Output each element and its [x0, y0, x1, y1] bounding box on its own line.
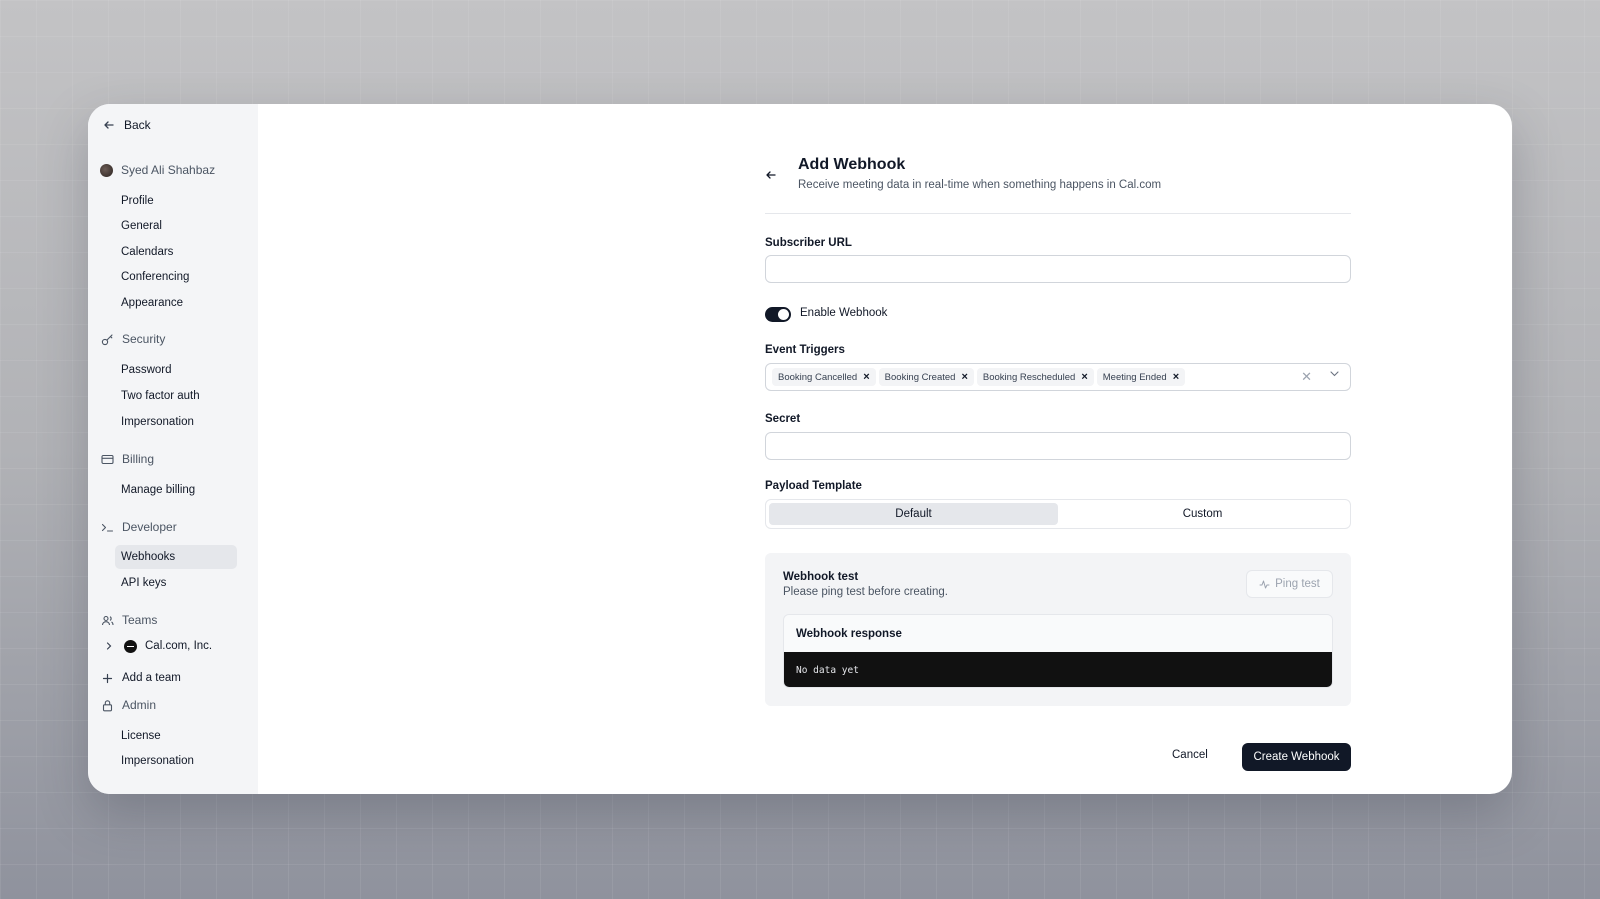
payload-custom-option[interactable]: Custom [1058, 503, 1347, 525]
lock-icon [100, 698, 114, 712]
webhook-response-title: Webhook response [784, 615, 1332, 652]
chevron-down-icon[interactable] [1329, 368, 1340, 382]
trigger-chip: Meeting Ended × [1096, 368, 1186, 386]
sidebar-item-license[interactable]: License [115, 724, 237, 748]
arrow-left-icon [766, 171, 776, 179]
ping-test-button[interactable]: Ping test [1246, 570, 1333, 598]
webhook-test-title: Webhook test [783, 571, 859, 583]
webhook-response-body: No data yet [784, 652, 1332, 687]
header-divider [765, 213, 1351, 214]
trigger-chip: Booking Cancelled × [772, 368, 876, 386]
sidebar-item-calendars[interactable]: Calendars [115, 240, 237, 264]
teams-label: Teams [122, 613, 158, 627]
sidebar-item-password[interactable]: Password [115, 358, 237, 382]
credit-card-icon [100, 452, 114, 466]
webhook-test-subtitle: Please ping test before creating. [783, 586, 948, 598]
user-name: Syed Ali Shahbaz [121, 163, 216, 177]
sidebar-item-webhooks[interactable]: Webhooks [115, 545, 237, 569]
activity-icon [1259, 580, 1270, 588]
plus-icon [100, 671, 114, 685]
security-label: Security [122, 332, 166, 346]
team-item[interactable]: Cal.com, Inc. [102, 639, 212, 653]
remove-chip-icon[interactable]: × [961, 371, 967, 383]
sidebar-item-manage-billing[interactable]: Manage billing [115, 478, 237, 502]
teams-section[interactable]: Teams [100, 613, 157, 627]
add-team-button[interactable]: Add a team [100, 671, 181, 685]
sidebar-item-general[interactable]: General [115, 214, 237, 238]
secret-label: Secret [765, 413, 801, 425]
trigger-chip: Booking Rescheduled × [976, 368, 1094, 386]
create-webhook-button[interactable]: Create Webhook [1242, 743, 1351, 771]
remove-chip-icon[interactable]: × [863, 371, 869, 383]
event-triggers-select[interactable]: Booking Cancelled × Booking Created × Book… [765, 363, 1351, 391]
admin-section[interactable]: Admin [100, 698, 156, 712]
payload-template-label: Payload Template [765, 480, 862, 492]
chevron-right-icon [102, 639, 116, 653]
arrow-left-icon [102, 118, 116, 132]
secret-input[interactable] [765, 432, 1351, 460]
billing-label: Billing [122, 452, 155, 466]
back-link[interactable]: Back [102, 118, 151, 132]
chip-label: Meeting Ended [1102, 371, 1167, 383]
sidebar-item-admin-impersonation[interactable]: Impersonation [115, 749, 237, 773]
clear-all-icon[interactable]: ✕ [1301, 369, 1312, 385]
cancel-button[interactable]: Cancel [1160, 743, 1220, 767]
avatar [100, 163, 113, 177]
key-icon [100, 332, 114, 346]
webhook-response: Webhook response No data yet [783, 614, 1333, 688]
subscriber-url-label: Subscriber URL [765, 237, 852, 249]
chip-label: Booking Rescheduled [982, 371, 1076, 383]
payload-default-option[interactable]: Default [769, 503, 1058, 525]
ping-test-label: Ping test [1275, 578, 1320, 590]
sidebar-item-conferencing[interactable]: Conferencing [115, 265, 237, 289]
security-section[interactable]: Security [100, 332, 165, 346]
sidebar-item-two-factor-auth[interactable]: Two factor auth [115, 384, 237, 408]
user-section: Syed Ali Shahbaz [100, 163, 215, 177]
billing-section[interactable]: Billing [100, 452, 154, 466]
users-icon [100, 613, 114, 627]
event-triggers-label: Event Triggers [765, 344, 845, 356]
developer-section[interactable]: Developer [100, 520, 177, 534]
enable-webhook-label: Enable Webhook [800, 307, 888, 319]
chip-label: Booking Created [884, 371, 956, 383]
webhook-test-panel: Webhook test Please ping test before cre… [765, 553, 1351, 706]
terminal-icon [100, 520, 114, 534]
sidebar-item-appearance[interactable]: Appearance [115, 291, 237, 315]
team-name: Cal.com, Inc. [145, 640, 213, 652]
enable-webhook-toggle[interactable] [765, 307, 791, 322]
subscriber-url-input[interactable] [765, 255, 1351, 283]
main-content: Add Webhook Receive meeting data in real… [258, 104, 1512, 794]
remove-chip-icon[interactable]: × [1081, 371, 1087, 383]
page-title: Add Webhook [798, 156, 906, 173]
remove-chip-icon[interactable]: × [1173, 371, 1179, 383]
trigger-chip: Booking Created × [878, 368, 974, 386]
chip-label: Booking Cancelled [778, 371, 858, 383]
settings-window: Back Syed Ali Shahbaz Profile General Ca… [88, 104, 1512, 794]
add-team-label: Add a team [122, 672, 181, 684]
sidebar-item-impersonation[interactable]: Impersonation [115, 410, 237, 434]
sidebar-item-profile[interactable]: Profile [115, 189, 237, 213]
back-label: Back [124, 118, 151, 132]
team-logo [124, 639, 137, 653]
header-back-button[interactable] [765, 168, 777, 184]
sidebar-item-api-keys[interactable]: API keys [115, 571, 237, 595]
developer-label: Developer [122, 520, 177, 534]
admin-label: Admin [122, 698, 157, 712]
sidebar: Back Syed Ali Shahbaz Profile General Ca… [88, 104, 258, 794]
page-subtitle: Receive meeting data in real-time when s… [798, 179, 1162, 191]
payload-template-toggle: Default Custom [765, 499, 1351, 529]
